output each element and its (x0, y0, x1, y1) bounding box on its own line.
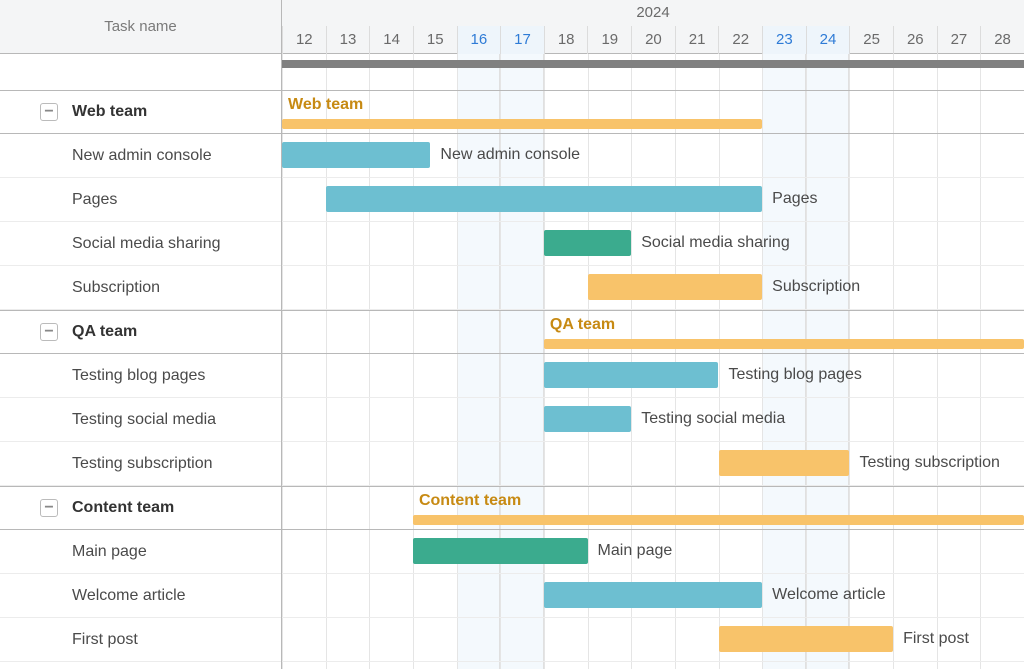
day-header-18[interactable]: 18 (544, 26, 588, 54)
gantt-header: Task name 2024 1213141516171819202122232… (0, 0, 1024, 54)
collapse-icon[interactable]: − (40, 323, 58, 341)
day-header-15[interactable]: 15 (413, 26, 457, 54)
timeline-task-row-0-2: Social media sharing (282, 222, 1024, 266)
day-row: 1213141516171819202122232425262728 (282, 26, 1024, 54)
collapse-icon[interactable]: − (40, 499, 58, 517)
day-header-23[interactable]: 23 (762, 26, 806, 54)
timeline-task-row-1-1: Testing social media (282, 398, 1024, 442)
task-row-1-1[interactable]: Testing social media (0, 398, 281, 442)
day-header-21[interactable]: 21 (675, 26, 719, 54)
task-bar[interactable] (719, 450, 850, 476)
task-bar[interactable] (544, 406, 631, 432)
group-label: Content team (72, 486, 174, 530)
timeline-task-row-0-3: Subscription (282, 266, 1024, 310)
task-bar[interactable] (282, 142, 430, 168)
timeline[interactable]: Web team New admin console Pages Social med… (282, 54, 1024, 669)
group-row-2[interactable]: −Content team (0, 486, 281, 530)
taskname-header-label: Task name (104, 18, 177, 35)
task-bar-label: Testing subscription (859, 450, 1000, 476)
timeline-task-row-1-2: Testing subscription (282, 442, 1024, 486)
task-bar[interactable] (413, 538, 588, 564)
day-header-28[interactable]: 28 (980, 26, 1024, 54)
timeline-task-row-2-1: Welcome article (282, 574, 1024, 618)
task-row-2-0[interactable]: Main page (0, 530, 281, 574)
collapse-icon[interactable]: − (40, 103, 58, 121)
task-bar[interactable] (544, 230, 631, 256)
timeline-group-row-1: QA team (282, 310, 1024, 354)
task-label: Subscription (72, 279, 160, 296)
day-header-13[interactable]: 13 (326, 26, 370, 54)
task-row-1-2[interactable]: Testing subscription (0, 442, 281, 486)
group-row-0[interactable]: −Web team (0, 90, 281, 134)
task-row-0-0[interactable]: New admin console (0, 134, 281, 178)
task-bar-label: Social media sharing (641, 230, 790, 256)
group-bar[interactable] (282, 119, 762, 129)
timeline-task-row-1-0: Testing blog pages (282, 354, 1024, 398)
task-bar[interactable] (544, 362, 719, 388)
group-bar-label: Web team (288, 94, 363, 116)
timeline-task-row-2-2: First post (282, 618, 1024, 662)
timeline-task-row-0-1: Pages (282, 178, 1024, 222)
spacer-row[interactable] (0, 54, 281, 90)
task-bar-label: Pages (772, 186, 817, 212)
task-label: New admin console (72, 147, 212, 164)
day-header-19[interactable]: 19 (587, 26, 631, 54)
gantt-chart: Task name 2024 1213141516171819202122232… (0, 0, 1024, 669)
group-row-1[interactable]: −QA team (0, 310, 281, 354)
day-header-12[interactable]: 12 (282, 26, 326, 54)
task-row-2-2[interactable]: First post (0, 618, 281, 662)
timeline-task-row-2-0: Main page (282, 530, 1024, 574)
day-header-27[interactable]: 27 (937, 26, 981, 54)
day-header-14[interactable]: 14 (369, 26, 413, 54)
task-row-2-1[interactable]: Welcome article (0, 574, 281, 618)
task-bar-label: Welcome article (772, 582, 886, 608)
task-bar[interactable] (544, 582, 762, 608)
task-row-1-0[interactable]: Testing blog pages (0, 354, 281, 398)
task-label: First post (72, 631, 138, 648)
day-header-22[interactable]: 22 (718, 26, 762, 54)
day-header-26[interactable]: 26 (893, 26, 937, 54)
task-row-0-3[interactable]: Subscription (0, 266, 281, 310)
task-bar[interactable] (326, 186, 763, 212)
task-bar[interactable] (588, 274, 763, 300)
day-header-16[interactable]: 16 (457, 26, 501, 54)
task-label: Testing subscription (72, 455, 213, 472)
day-header-17[interactable]: 17 (500, 26, 544, 54)
task-label: Testing social media (72, 411, 216, 428)
task-label: Social media sharing (72, 235, 221, 252)
timeline-group-row-2: Content team (282, 486, 1024, 530)
task-list: −Web teamNew admin consolePagesSocial me… (0, 54, 282, 669)
task-bar-label: Testing blog pages (729, 362, 862, 388)
gantt-body: −Web teamNew admin consolePagesSocial me… (0, 54, 1024, 669)
group-label: Web team (72, 90, 147, 134)
task-bar-label: Testing social media (641, 406, 785, 432)
day-header-25[interactable]: 25 (849, 26, 893, 54)
day-header-20[interactable]: 20 (631, 26, 675, 54)
task-bar-label: Main page (598, 538, 673, 564)
task-row-0-1[interactable]: Pages (0, 178, 281, 222)
column-header-taskname: Task name (0, 0, 282, 53)
day-header-24[interactable]: 24 (806, 26, 850, 54)
task-bar[interactable] (719, 626, 894, 652)
timeline-task-row-0-0: New admin console (282, 134, 1024, 178)
task-bar-label: First post (903, 626, 969, 652)
group-label: QA team (72, 310, 137, 354)
year-label: 2024 (282, 4, 1024, 21)
project-band-row (282, 54, 1024, 90)
task-label: Pages (72, 191, 117, 208)
timeline-header: 2024 1213141516171819202122232425262728 (282, 0, 1024, 53)
task-bar-label: New admin console (440, 142, 580, 168)
task-label: Testing blog pages (72, 367, 205, 384)
project-band (282, 60, 1024, 68)
group-bar-label: QA team (550, 314, 615, 336)
task-bar-label: Subscription (772, 274, 860, 300)
group-bar[interactable] (544, 339, 1024, 349)
timeline-group-row-0: Web team (282, 90, 1024, 134)
group-bar-label: Content team (419, 490, 521, 512)
task-row-0-2[interactable]: Social media sharing (0, 222, 281, 266)
group-bar[interactable] (413, 515, 1024, 525)
task-label: Main page (72, 543, 147, 560)
task-label: Welcome article (72, 587, 186, 604)
